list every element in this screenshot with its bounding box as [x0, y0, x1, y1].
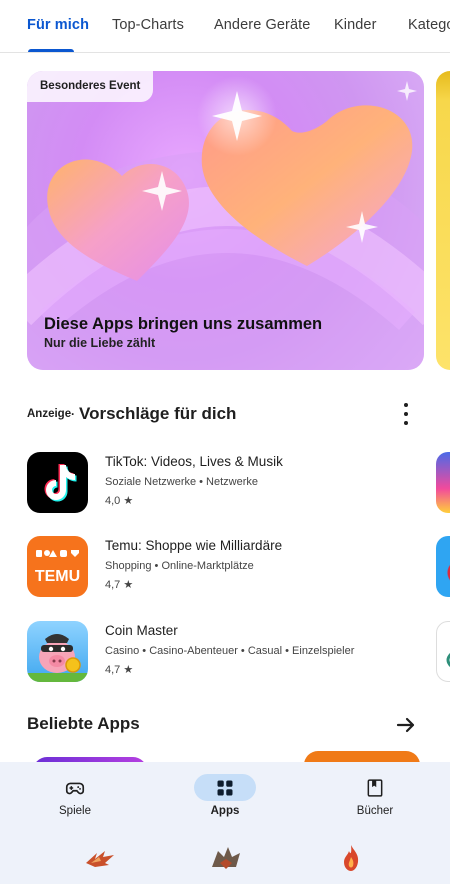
top-tab-bar: Für mich Top-Charts Andere Geräte Kinder… [0, 0, 450, 53]
nav-spiele[interactable]: Spiele [30, 774, 120, 834]
app-categories: Casino • Casino-Abenteuer • Casual • Ein… [105, 645, 355, 657]
next-column-app-icon[interactable] [436, 621, 450, 682]
dragon-head-app-icon[interactable] [208, 843, 244, 873]
app-name: Temu: Shoppe wie Milliardäre [105, 538, 283, 553]
temu-logo-text: TEMU [35, 568, 80, 585]
event-title: Diese Apps bringen uns zusammen [44, 315, 323, 333]
play-store-screen: Für mich Top-Charts Andere Geräte Kinder… [0, 0, 450, 884]
tab-kategorien[interactable]: Kategorien [408, 17, 450, 33]
nav-apps[interactable]: Apps [180, 774, 270, 834]
next-column-app-icon[interactable] [436, 536, 450, 597]
next-event-card-peek[interactable] [436, 71, 450, 370]
popular-apps-title: Beliebte Apps [27, 714, 140, 733]
ad-label: Anzeige [27, 408, 72, 420]
gamepad-icon [44, 774, 106, 801]
app-name: TikTok: Videos, Lives & Musik [105, 454, 283, 469]
tiktok-icon [27, 452, 88, 513]
list-item-tiktok[interactable]: TikTok: Videos, Lives & Musik Soziale Ne… [27, 452, 427, 514]
active-tab-indicator [28, 49, 74, 52]
nav-label: Bücher [356, 805, 394, 817]
event-subtitle: Nur die Liebe zählt [44, 336, 156, 350]
apps-grid-icon [194, 774, 256, 801]
section-title: Vorschläge für dich [79, 404, 237, 423]
coin-master-icon [27, 621, 88, 682]
tab-fuer-mich[interactable]: Für mich [27, 17, 89, 33]
nav-label: Spiele [59, 805, 91, 817]
tab-andere-geraete[interactable]: Andere Geräte [214, 17, 310, 33]
next-column-app-icon[interactable] [436, 452, 450, 513]
app-rating: 4,7 ★ [105, 664, 134, 676]
arrow-right-icon[interactable] [395, 714, 417, 736]
dragon-app-icon[interactable] [83, 843, 117, 873]
app-name: Coin Master [105, 623, 178, 638]
nav-label: Apps [210, 805, 240, 817]
tab-top-charts[interactable]: Top-Charts [112, 17, 184, 33]
tab-kinder[interactable]: Kinder [334, 17, 377, 33]
list-item-temu[interactable]: TEMU Temu: Shoppe wie Milliardäre Shoppi… [27, 536, 427, 598]
special-event-banner[interactable]: Besonderes Event Diese Apps bringen uns … [27, 71, 424, 370]
app-rating: 4,7 ★ [105, 579, 134, 591]
special-event-badge: Besonderes Event [27, 71, 154, 102]
app-categories: Shopping • Online-Marktplätze [105, 560, 254, 572]
bookmark-book-icon [344, 774, 406, 801]
more-options-icon[interactable] [402, 403, 410, 425]
temu-icon: TEMU [27, 536, 88, 597]
separator-dot: · [71, 407, 75, 421]
flame-app-icon[interactable] [340, 843, 362, 873]
nav-buecher[interactable]: Bücher [330, 774, 420, 834]
app-categories: Soziale Netzwerke • Netzwerke [105, 476, 259, 488]
suggestions-header: Anzeige · Vorschläge für dich [27, 403, 424, 426]
app-rating: 4,0 ★ [105, 495, 134, 507]
list-item-coin-master[interactable]: Coin Master Casino • Casino-Abenteuer • … [27, 621, 427, 683]
